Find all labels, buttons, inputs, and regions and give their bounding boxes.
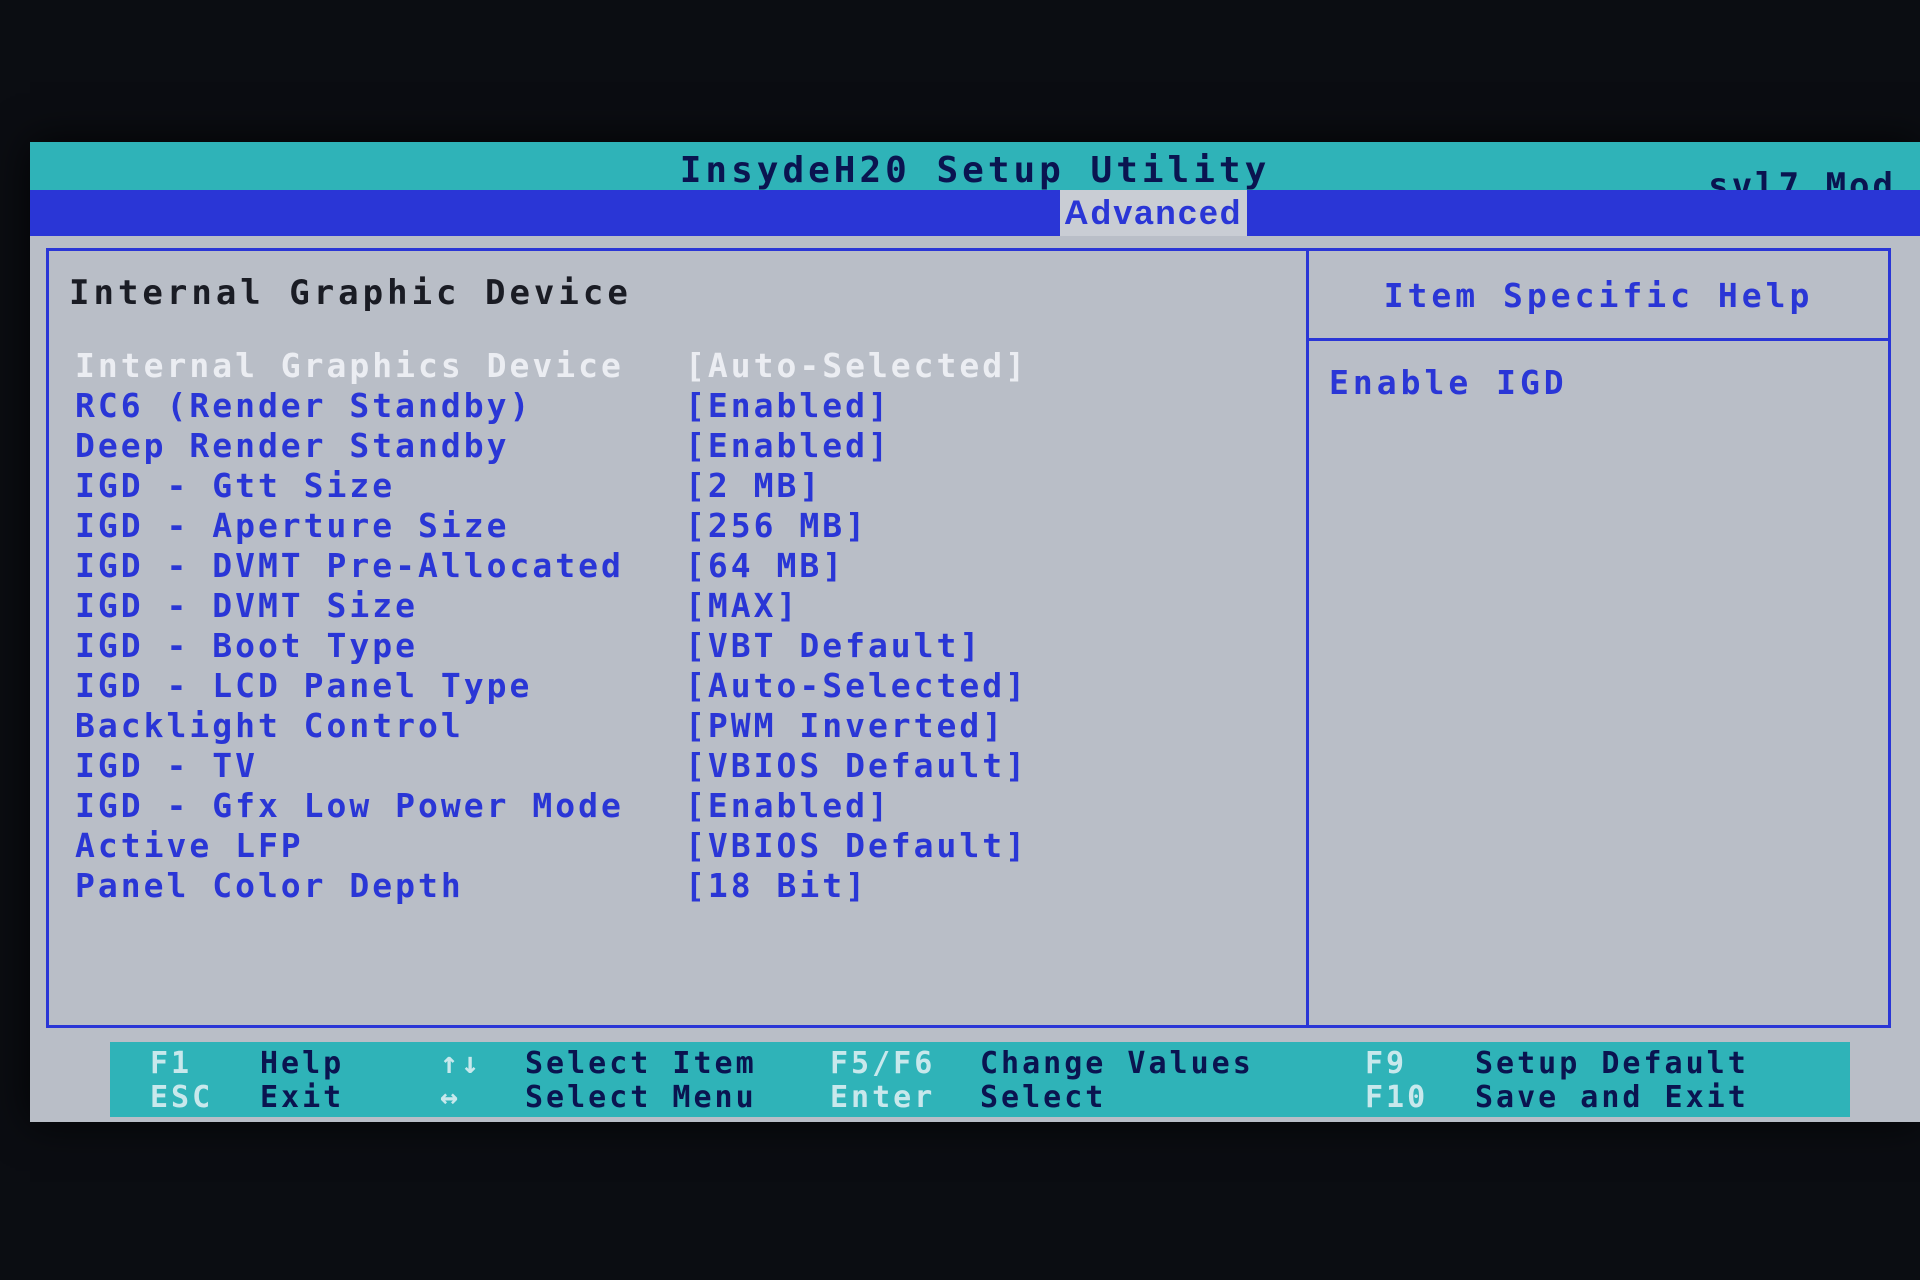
settings-pane: Internal Graphic Device Internal Graphic… [49, 251, 1309, 1025]
setting-label: IGD - Gtt Size [75, 466, 396, 505]
key-f1-desc: Help [260, 1046, 345, 1081]
section-title: Internal Graphic Device [69, 273, 632, 313]
key-f5f6-desc: Change Values [980, 1046, 1254, 1081]
setting-label: Deep Render Standby [75, 426, 510, 465]
help-pane: Item Specific Help Enable IGD [1309, 251, 1888, 1025]
setting-label: Active LFP [75, 826, 304, 865]
setting-igd-gtt-size[interactable]: IGD - Gtt Size [2 MB] [75, 466, 1275, 506]
setting-panel-color-depth[interactable]: Panel Color Depth [18 Bit] [75, 866, 1275, 906]
setting-value[interactable]: [Enabled] [685, 786, 891, 826]
setting-igd-dvmt-size[interactable]: IGD - DVMT Size [MAX] [75, 586, 1275, 626]
setting-value[interactable]: [VBIOS Default] [685, 746, 1028, 786]
setting-label: RC6 (Render Standby) [75, 386, 533, 425]
key-updown-desc: Select Item [525, 1046, 757, 1081]
arrow-up-down-icon: ↑↓ [440, 1046, 483, 1081]
setting-label: IGD - TV [75, 746, 258, 785]
setting-value[interactable]: [VBIOS Default] [685, 826, 1028, 866]
setting-label: IGD - Gfx Low Power Mode [75, 786, 624, 825]
title-bar: InsydeH20 Setup Utility svl7 Mod [30, 142, 1920, 206]
setting-deep-render-standby[interactable]: Deep Render Standby [Enabled] [75, 426, 1275, 466]
setting-value[interactable]: [64 MB] [685, 546, 845, 586]
help-text: Enable IGD [1329, 363, 1568, 402]
setting-igd-boot-type[interactable]: IGD - Boot Type [VBT Default] [75, 626, 1275, 666]
key-esc: ESC [150, 1080, 214, 1115]
setting-label: IGD - LCD Panel Type [75, 666, 533, 705]
tab-advanced[interactable]: Advanced [1060, 190, 1247, 236]
setting-value[interactable]: [Enabled] [685, 386, 891, 426]
setting-igd-tv[interactable]: IGD - TV [VBIOS Default] [75, 746, 1275, 786]
setting-value[interactable]: [256 MB] [685, 506, 868, 546]
bios-screen: InsydeH20 Setup Utility svl7 Mod Advance… [30, 142, 1920, 1122]
setting-value[interactable]: [Auto-Selected] [685, 346, 1028, 386]
key-f9-desc: Setup Default [1475, 1046, 1749, 1081]
setting-igd-lcd-panel-type[interactable]: IGD - LCD Panel Type [Auto-Selected] [75, 666, 1275, 706]
setting-label: Panel Color Depth [75, 866, 464, 905]
key-leftright-desc: Select Menu [525, 1080, 757, 1115]
key-f10-desc: Save and Exit [1475, 1080, 1749, 1115]
key-f9: F9 [1365, 1046, 1408, 1081]
setting-value[interactable]: [2 MB] [685, 466, 822, 506]
settings-list: Internal Graphics Device [Auto-Selected]… [75, 346, 1275, 906]
setting-value[interactable]: [PWM Inverted] [685, 706, 1005, 746]
setting-igd-gfx-low-power-mode[interactable]: IGD - Gfx Low Power Mode [Enabled] [75, 786, 1275, 826]
setting-value[interactable]: [VBT Default] [685, 626, 982, 666]
help-title: Item Specific Help [1309, 251, 1888, 341]
setting-value[interactable]: [18 Bit] [685, 866, 868, 906]
setting-rc6-render-standby[interactable]: RC6 (Render Standby) [Enabled] [75, 386, 1275, 426]
setting-label: Backlight Control [75, 706, 464, 745]
setting-value[interactable]: [Enabled] [685, 426, 891, 466]
key-enter-desc: Select [980, 1080, 1107, 1115]
setting-igd-aperture-size[interactable]: IGD - Aperture Size [256 MB] [75, 506, 1275, 546]
key-f1: F1 [150, 1046, 193, 1081]
setting-label: IGD - Aperture Size [75, 506, 510, 545]
key-enter: Enter [830, 1080, 936, 1115]
setting-active-lfp[interactable]: Active LFP [VBIOS Default] [75, 826, 1275, 866]
setting-label: IGD - Boot Type [75, 626, 419, 665]
app-title: InsydeH20 Setup Utility [679, 150, 1271, 191]
arrow-left-right-icon: ↔ [440, 1080, 462, 1115]
setting-value[interactable]: [Auto-Selected] [685, 666, 1028, 706]
key-legend: F1 Help ESC Exit ↑↓ Select Item ↔ Select… [110, 1042, 1850, 1117]
setting-label: IGD - DVMT Pre-Allocated [75, 546, 624, 585]
setting-value[interactable]: [MAX] [685, 586, 799, 626]
main-frame: Internal Graphic Device Internal Graphic… [46, 248, 1891, 1028]
setting-label: IGD - DVMT Size [75, 586, 419, 625]
menu-bar: Advanced [30, 190, 1920, 236]
key-f10: F10 [1365, 1080, 1429, 1115]
key-f5f6: F5/F6 [830, 1046, 936, 1081]
setting-label: Internal Graphics Device [75, 346, 624, 385]
setting-internal-graphics-device[interactable]: Internal Graphics Device [Auto-Selected] [75, 346, 1275, 386]
key-esc-desc: Exit [260, 1080, 345, 1115]
setting-igd-dvmt-pre-allocated[interactable]: IGD - DVMT Pre-Allocated [64 MB] [75, 546, 1275, 586]
setting-backlight-control[interactable]: Backlight Control [PWM Inverted] [75, 706, 1275, 746]
